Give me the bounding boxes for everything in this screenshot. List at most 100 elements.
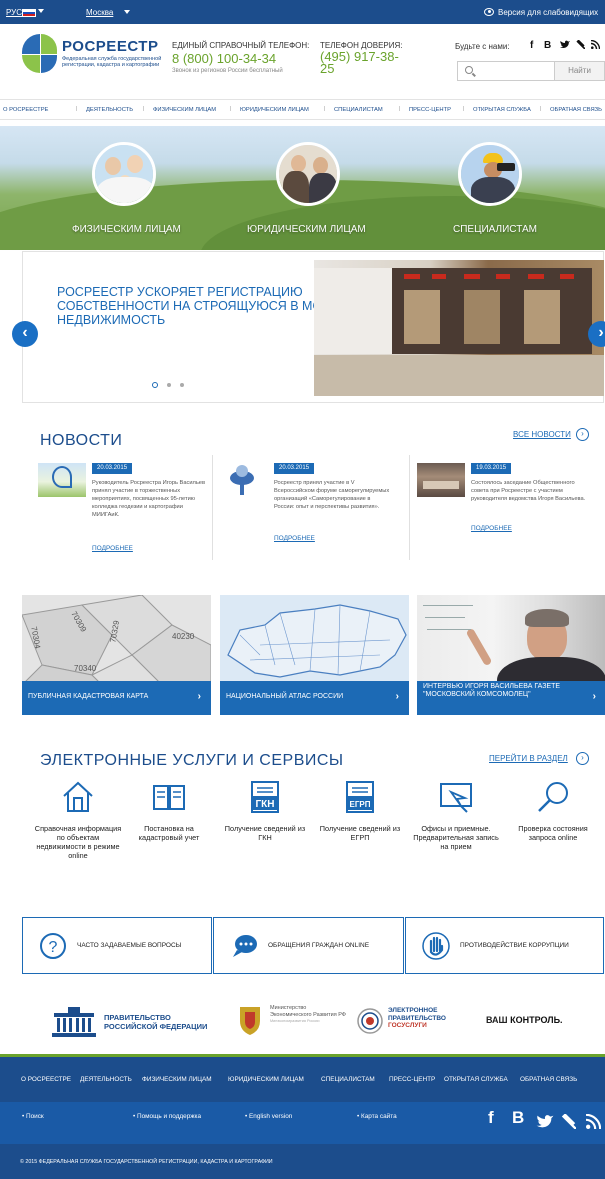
mer-partner-link[interactable]: Министерство Экономического Развития РФ …: [236, 1003, 346, 1039]
hotline-label: ЕДИНЫЙ СПРАВОЧНЫЙ ТЕЛЕФОН:: [172, 41, 310, 50]
service-item[interactable]: Справочная информация по объектам недвиж…: [33, 780, 123, 860]
rss-icon[interactable]: [585, 1113, 602, 1134]
service-item[interactable]: ЕГРП Получение сведений из ЕГРП: [315, 780, 405, 842]
footer-nav-about[interactable]: О РОСРЕЕСТРЕ: [21, 1076, 71, 1083]
hero-label-individuals[interactable]: ФИЗИЧЕСКИМ ЛИЦАМ: [72, 224, 181, 235]
service-label: Проверка состояния запроса online: [518, 824, 588, 842]
footer-nav-individuals[interactable]: ФИЗИЧЕСКИМ ЛИЦАМ: [142, 1076, 212, 1083]
facebook-icon[interactable]: f: [488, 1108, 494, 1128]
footer-nav-activity[interactable]: ДЕЯТЕЛЬНОСТЬ: [80, 1076, 132, 1083]
city-selector[interactable]: Москва: [86, 8, 113, 17]
service-item[interactable]: ГКН Получение сведений из ГКН: [220, 780, 310, 842]
nav-item-press-center[interactable]: ПРЕСС-ЦЕНТР: [409, 107, 451, 113]
hero-label-legal-entities[interactable]: ЮРИДИЧЕСКИМ ЛИЦАМ: [247, 224, 366, 235]
footer-link-sitemap[interactable]: Карта сайта: [361, 1113, 397, 1120]
footer-link-english[interactable]: English version: [249, 1113, 292, 1120]
map-pointer-icon: [439, 780, 473, 814]
gosuslugi-partner-link[interactable]: ЭЛЕКТРОННОЕ ПРАВИТЕЛЬСТВО ГОСУСЛУГИ: [356, 1003, 466, 1039]
service-item[interactable]: Постановка на кадастровый учет: [124, 780, 214, 842]
news-thumbnail[interactable]: [38, 463, 86, 497]
gosuslugi-line-2: ПРАВИТЕЛЬСТВО: [388, 1014, 446, 1022]
chevron-right-icon: ›: [395, 691, 399, 702]
twitter-icon[interactable]: [560, 40, 570, 52]
news-thumbnail[interactable]: [417, 463, 465, 497]
interview-card[interactable]: ИНТЕРВЬЮ ИГОРЯ ВАСИЛЬЕВА ГАЗЕТЕ "МОСКОВС…: [417, 595, 605, 715]
go-to-section-link[interactable]: ПЕРЕЙТИ В РАЗДЕЛ: [489, 754, 568, 763]
map-parcel-label: 70340: [74, 664, 97, 673]
news-thumbnail[interactable]: [220, 463, 268, 497]
chevron-down-icon[interactable]: [124, 10, 130, 14]
nav-item-feedback[interactable]: ОБРАТНАЯ СВЯЗЬ: [550, 107, 602, 113]
vkontakte-icon[interactable]: B: [544, 40, 551, 51]
card-label: НАЦИОНАЛЬНЫЙ АТЛАС РОССИИ: [226, 693, 344, 700]
chevron-down-icon[interactable]: [38, 9, 44, 13]
main-navigation: О РОСРЕЕСТРЕ | ДЕЯТЕЛЬНОСТЬ | ФИЗИЧЕСКИМ…: [0, 99, 605, 120]
all-news-link[interactable]: ВСЕ НОВОСТИ: [513, 430, 571, 439]
footer-copyright-bar: © 2015 ФЕДЕРАЛЬНАЯ СЛУЖБА ГОСУДАРСТВЕННО…: [0, 1144, 605, 1179]
hero-label-specialists[interactable]: СПЕЦИАЛИСТАМ: [453, 224, 537, 235]
livejournal-icon[interactable]: [561, 1113, 577, 1134]
brand-name[interactable]: РОСРЕЕСТР: [62, 38, 158, 55]
facebook-icon[interactable]: f: [530, 40, 533, 51]
family-photo[interactable]: [92, 142, 156, 206]
footer-nav-open-service[interactable]: ОТКРЫТАЯ СЛУЖБА: [444, 1076, 508, 1083]
slide-photo[interactable]: [314, 260, 604, 396]
nav-item-specialists[interactable]: СПЕЦИАЛИСТАМ: [334, 107, 383, 113]
business-photo[interactable]: [276, 142, 340, 206]
circle-arrow-icon[interactable]: ›: [576, 428, 589, 441]
news-date: 20.03.2015: [92, 463, 133, 474]
nav-item-open-service[interactable]: ОТКРЫТАЯ СЛУЖБА: [473, 107, 531, 113]
surveyor-photo[interactable]: [458, 142, 522, 206]
service-item[interactable]: Проверка состояния запроса online: [508, 780, 598, 842]
footer-nav-feedback[interactable]: ОБРАТНАЯ СВЯЗЬ: [520, 1076, 577, 1083]
rosreestr-logo-icon[interactable]: [22, 34, 58, 74]
faq-box[interactable]: ? ЧАСТО ЗАДАВАЕМЫЕ ВОПРОСЫ: [22, 917, 212, 974]
footer-link-search[interactable]: Поиск: [26, 1113, 44, 1120]
service-label: Получение сведений из ГКН: [224, 824, 306, 842]
service-item[interactable]: Офисы и приемные. Предварительная запись…: [411, 780, 501, 851]
twitter-icon[interactable]: [536, 1114, 554, 1134]
gov-line-2: РОССИЙСКОЙ ФЕДЕРАЦИИ: [104, 1022, 208, 1031]
rss-icon[interactable]: [590, 39, 601, 52]
government-partner-link[interactable]: ПРАВИТЕЛЬСТВО РОССИЙСКОЙ ФЕДЕРАЦИИ: [52, 1003, 212, 1039]
national-atlas-card[interactable]: НАЦИОНАЛЬНЫЙ АТЛАС РОССИИ ›: [220, 595, 409, 715]
vkontakte-icon[interactable]: B: [512, 1108, 524, 1128]
document-icon: ЕГРП: [343, 780, 377, 814]
slider-prev-button[interactable]: ‹: [12, 321, 38, 347]
your-control-partner-link[interactable]: ВАШ КОНТРОЛЬ.: [486, 1003, 586, 1039]
search-input[interactable]: [457, 61, 555, 81]
appeals-box[interactable]: ОБРАЩЕНИЯ ГРАЖДАН ONLINE: [213, 917, 404, 974]
livejournal-icon[interactable]: [576, 39, 586, 52]
map-parcel-label: 40230: [172, 632, 195, 641]
footer-links: • Поиск • Помощь и поддержка • English v…: [0, 1102, 605, 1144]
circle-arrow-icon[interactable]: ›: [576, 752, 589, 765]
gov-line-1: ПРАВИТЕЛЬСТВО: [104, 1013, 171, 1022]
accessibility-link[interactable]: Версия для слабовидящих: [498, 8, 598, 17]
chat-icon: [230, 932, 258, 960]
document-icon: ГКН: [248, 780, 282, 814]
footer-link-help[interactable]: Помощь и поддержка: [137, 1113, 201, 1120]
news-item: 20.03.2015 Руководитель Росреестра Игорь…: [38, 459, 223, 559]
footer-nav-specialists[interactable]: СПЕЦИАЛИСТАМ: [321, 1076, 375, 1083]
news-more-link[interactable]: ПОДРОБНЕЕ: [471, 525, 512, 532]
eye-icon[interactable]: [484, 8, 494, 16]
nav-item-about[interactable]: О РОСРЕЕСТРЕ: [3, 107, 48, 113]
faq-label: ЧАСТО ЗАДАВАЕМЫЕ ВОПРОСЫ: [77, 942, 182, 949]
russia-flag-icon[interactable]: [22, 9, 36, 17]
footer-nav-press-center[interactable]: ПРЕСС-ЦЕНТР: [389, 1076, 435, 1083]
site-header: РОСРЕЕСТР Федеральная служба государстве…: [0, 24, 605, 96]
slide-title[interactable]: РОСРЕЕСТР УСКОРЯЕТ РЕГИСТРАЦИЮ СОБСТВЕНН…: [57, 285, 357, 327]
card-caption: ПУБЛИЧНАЯ КАДАСТРОВАЯ КАРТА ›: [22, 681, 211, 715]
language-selector[interactable]: РУС: [6, 8, 22, 17]
gosuslugi-line-1: ЭЛЕКТРОННОЕ: [388, 1007, 438, 1014]
nav-item-activity[interactable]: ДЕЯТЕЛЬНОСТЬ: [86, 107, 133, 113]
news-more-link[interactable]: ПОДРОБНЕЕ: [274, 535, 315, 542]
footer-nav-legal-entities[interactable]: ЮРИДИЧЕСКИМ ЛИЦАМ: [228, 1076, 304, 1083]
news-more-link[interactable]: ПОДРОБНЕЕ: [92, 545, 133, 552]
hotline-number: 8 (800) 100-34-34: [172, 51, 277, 66]
nav-item-individuals[interactable]: ФИЗИЧЕСКИМ ЛИЦАМ: [153, 107, 216, 113]
anticorruption-box[interactable]: ПРОТИВОДЕЙСТВИЕ КОРРУПЦИИ: [405, 917, 604, 974]
search-button[interactable]: Найти: [555, 61, 605, 81]
nav-item-legal-entities[interactable]: ЮРИДИЧЕСКИМ ЛИЦАМ: [240, 107, 309, 113]
cadastral-map-card[interactable]: 70304 70309 70329 40230 70340 ПУБЛИЧНАЯ …: [22, 595, 211, 715]
